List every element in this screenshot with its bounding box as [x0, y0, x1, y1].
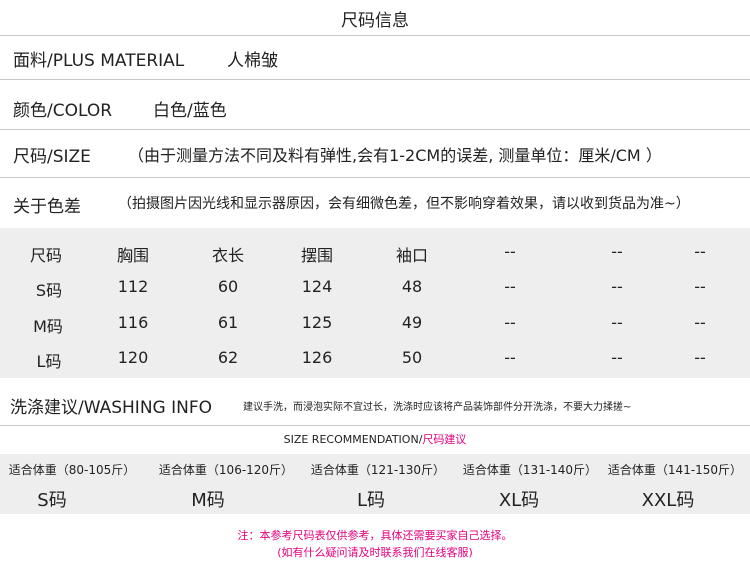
- chromatic-label: 关于色差: [13, 197, 81, 217]
- table-header-cell: 胸围: [116, 246, 149, 265]
- material-label: 面料/PLUS MATERIAL: [13, 51, 185, 71]
- page-title: 尺码信息: [341, 11, 409, 31]
- table-cell: M码: [33, 317, 63, 336]
- table-cell: 62: [217, 348, 239, 367]
- size-recommendation-title-cn: 尺码建议: [422, 433, 467, 446]
- size-recommendation-title-en: SIZE RECOMMENDATION/: [283, 433, 423, 446]
- chromatic-note: （拍摄图片因光线和显示器原因，会有细微色差，但不影响穿着效果，请以收到货品为准~…: [118, 196, 690, 212]
- table-header-cell: 摆围: [300, 246, 333, 265]
- size-recommendation-title: SIZE RECOMMENDATION/尺码建议: [0, 431, 750, 447]
- color-value: 白色/蓝色: [153, 101, 227, 121]
- recommendation-weight: 适合体重（121-130斤）: [310, 463, 446, 477]
- table-cell: --: [694, 348, 706, 367]
- size-label: 尺码/SIZE: [13, 147, 91, 167]
- recommendation-weight: 适合体重（131-140斤）: [462, 463, 598, 477]
- table-cell: --: [504, 348, 516, 367]
- recommendation-size: S码: [37, 490, 67, 511]
- table-cell: 125: [301, 313, 333, 332]
- washing-note: 建议手洗，而浸泡实际不宜过长，洗涤时应该将产品装饰部件分开洗涤，不要大力揉搓~: [243, 402, 632, 413]
- table-cell: 112: [117, 277, 149, 296]
- washing-label: 洗涤建议/WASHING INFO: [10, 398, 213, 418]
- table-header-cell: 衣长: [211, 246, 244, 265]
- table-cell: --: [694, 313, 706, 332]
- table-cell: S码: [35, 281, 63, 300]
- recommendation-size: M码: [191, 490, 225, 511]
- table-cell: 120: [117, 348, 149, 367]
- recommendation-weight: 适合体重（141-150斤）: [607, 463, 743, 477]
- size-note: （由于测量方法不同及料有弹性,会有1-2CM的误差, 测量单位：厘米/CM ）: [128, 146, 662, 165]
- recommendation-size: XXL码: [641, 490, 695, 511]
- divider: [0, 177, 750, 178]
- recommendation-weight: 适合体重（106-120斤）: [158, 463, 294, 477]
- table-cell: 60: [217, 277, 239, 296]
- divider: [0, 79, 750, 80]
- table-cell: 50: [401, 348, 423, 367]
- table-cell: --: [504, 277, 516, 296]
- table-cell: 116: [117, 313, 149, 332]
- divider: [0, 425, 750, 426]
- table-cell: --: [694, 277, 706, 296]
- table-header-cell: 袖口: [395, 246, 428, 265]
- table-cell: --: [611, 348, 623, 367]
- color-label: 颜色/COLOR: [13, 101, 113, 121]
- divider: [0, 129, 750, 130]
- table-cell: --: [504, 313, 516, 332]
- recommendation-weight: 适合体重（80-105斤）: [8, 463, 136, 477]
- material-value: 人棉皱: [227, 51, 278, 71]
- table-cell: --: [611, 313, 623, 332]
- table-cell: 126: [301, 348, 333, 367]
- divider: [0, 35, 750, 36]
- table-header-cell: --: [611, 242, 623, 261]
- table-header-cell: --: [694, 242, 706, 261]
- recommendation-size: L码: [356, 490, 386, 511]
- recommendation-size: XL码: [498, 490, 540, 511]
- table-cell: 61: [217, 313, 239, 332]
- table-cell: 124: [301, 277, 333, 296]
- table-cell: L码: [36, 352, 62, 371]
- table-cell: 48: [401, 277, 423, 296]
- footnote-line2: (如有什么疑问请及时联系我们在线客服): [277, 546, 473, 559]
- table-cell: --: [611, 277, 623, 296]
- table-header-cell: 尺码: [29, 246, 62, 265]
- table-header-cell: --: [504, 242, 516, 261]
- footnote-line1: 注：本参考尺码表仅供参考，具体还需要买家自己选择。: [237, 529, 513, 542]
- table-cell: 49: [401, 313, 423, 332]
